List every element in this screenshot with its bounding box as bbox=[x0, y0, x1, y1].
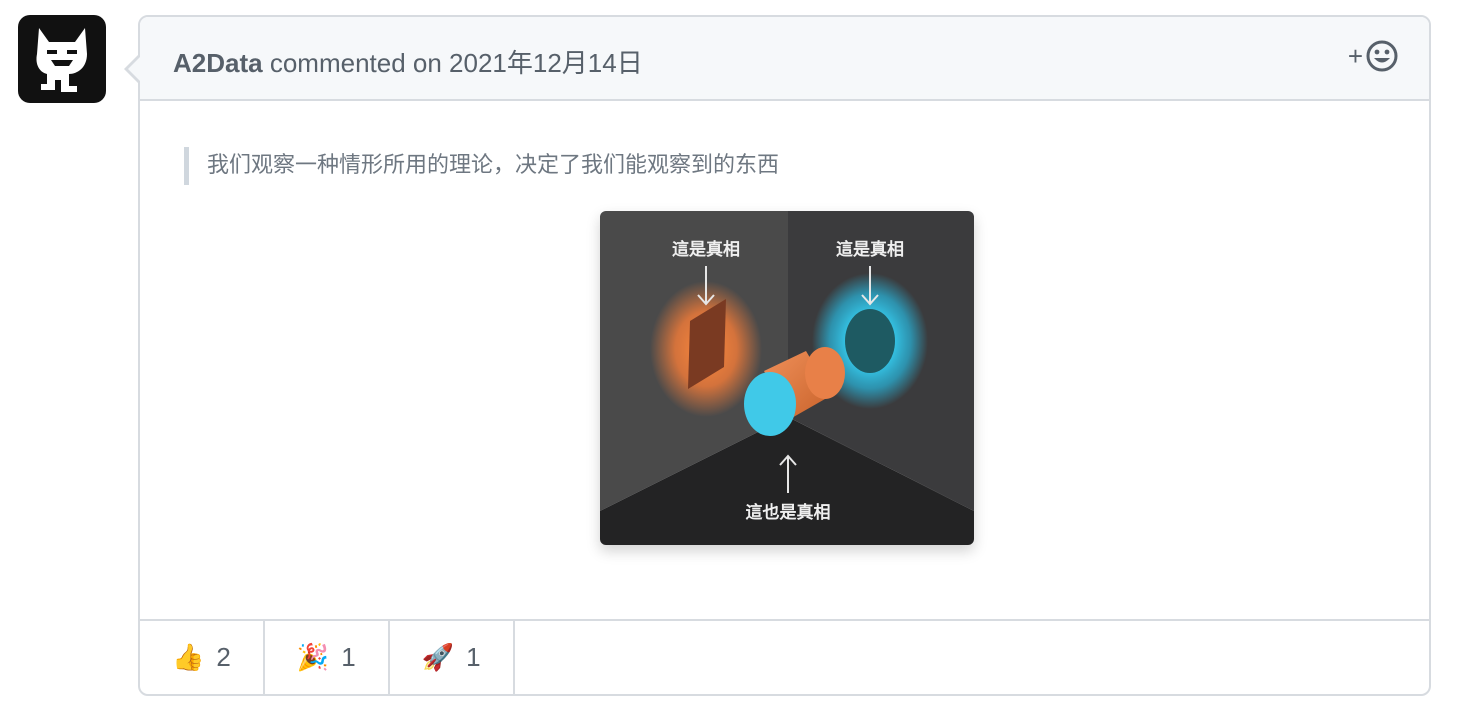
reaction-count: 1 bbox=[466, 642, 481, 672]
smiley-icon bbox=[1366, 40, 1398, 72]
comment-body: 我们观察一种情形所用的理论，决定了我们能观察到的东西 這是真相 這是真相 這也是… bbox=[140, 101, 1429, 624]
label-top-right: 這是真相 bbox=[836, 239, 904, 260]
label-top-left: 這是真相 bbox=[672, 239, 740, 260]
comment-heading: A2Data commented on 2021年12月14日 bbox=[173, 43, 643, 80]
monstercat-logo-icon bbox=[36, 28, 87, 92]
comment-box: A2Data commented on 2021年12月14日 + 我们观察一种… bbox=[124, 15, 1431, 696]
thumbs-up-icon: 👍 bbox=[172, 642, 205, 672]
reaction-rocket[interactable]: 🚀 1 bbox=[390, 621, 515, 694]
comment-image[interactable]: 這是真相 這是真相 這也是真相 bbox=[600, 211, 974, 545]
rocket-icon: 🚀 bbox=[421, 642, 455, 672]
avatar[interactable] bbox=[18, 15, 106, 103]
comment-header: A2Data commented on 2021年12月14日 + bbox=[140, 17, 1429, 101]
comment-timestamp[interactable]: commented on 2021年12月14日 bbox=[270, 48, 643, 78]
reaction-count: 1 bbox=[341, 642, 356, 672]
reaction-thumbs-up[interactable]: 👍 2 bbox=[140, 621, 265, 694]
reactions-bar: 👍 2 🎉 1 🚀 1 bbox=[140, 619, 1429, 694]
add-reaction-button[interactable]: + bbox=[1348, 39, 1399, 73]
reaction-hooray[interactable]: 🎉 1 bbox=[265, 621, 390, 694]
label-bottom: 這也是真相 bbox=[746, 502, 831, 523]
cylinder-face bbox=[744, 372, 796, 436]
reaction-count: 2 bbox=[216, 642, 231, 672]
plus-label: + bbox=[1347, 40, 1363, 71]
party-popper-icon: 🎉 bbox=[296, 642, 330, 672]
blockquote: 我们观察一种情形所用的理论，决定了我们能观察到的东西 bbox=[184, 147, 779, 185]
author-link[interactable]: A2Data bbox=[173, 48, 263, 78]
circle-shadow bbox=[845, 309, 895, 373]
